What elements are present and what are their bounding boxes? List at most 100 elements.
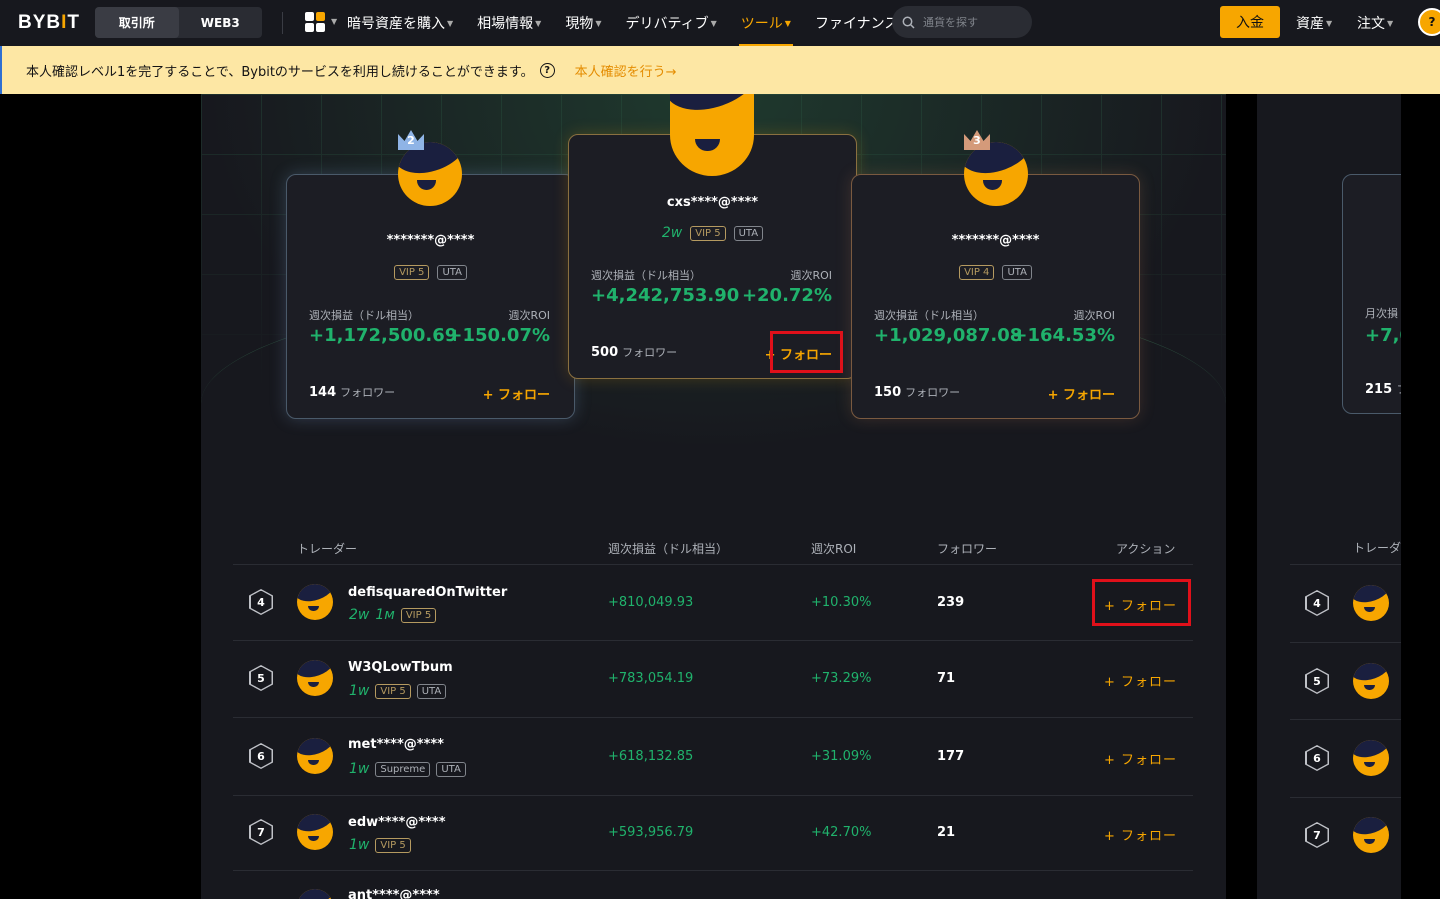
trader-tags: 1w VIP 5 [349, 837, 411, 853]
weeks-badge: 1w [349, 683, 370, 699]
follow-button[interactable]: + フォロー [483, 384, 550, 403]
weekly-pnl: +4,242,753.90 [591, 285, 740, 306]
main-menu: 暗号資産を購入▼ 相場情報▼ 現物▼ デリバティブ▼ ツール▼ ファイナンス▼ [335, 0, 919, 46]
avatar [398, 142, 462, 206]
header-trader: トレーダー [297, 542, 358, 556]
follow-button[interactable]: + フォロー [1048, 384, 1115, 403]
weeks-badge: 2w [661, 225, 683, 241]
trader-name[interactable]: W3QLowTbum [348, 660, 453, 675]
header-roi[interactable]: 週次ROI [811, 540, 856, 557]
follow-button[interactable]: + フォロー [1104, 825, 1177, 844]
weekly-roi: +42.70% [811, 825, 872, 840]
followers-count: 239 [937, 595, 965, 610]
follow-button[interactable]: + フォロー [1104, 749, 1177, 768]
kyc-link[interactable]: 本人確認を行う→ [575, 61, 677, 80]
menu-markets[interactable]: 相場情報 ▼ [465, 0, 553, 46]
secondary-pnl-label: 月次損 [1365, 307, 1398, 320]
avatar [964, 142, 1028, 206]
pnl-label: 週次損益（ドル相当） [874, 309, 984, 322]
weekly-pnl: +593,956.79 [608, 825, 694, 840]
top-nav: BYBIT 取引所 WEB3 ▼ 暗号資産を購入 ▼ 相場情報 ▼ 現物 ▼ デリバテ… [0, 0, 1440, 46]
seg-exchange[interactable]: 取引所 [95, 7, 179, 38]
highlight-box [1092, 579, 1191, 626]
pnl-label: 週次損益（ドル相当） [309, 309, 419, 322]
menu-assets[interactable]: 資産 ▼ [1296, 0, 1332, 46]
header-action: アクション [1116, 542, 1176, 556]
weekly-pnl: +1,172,500.69 [309, 325, 458, 346]
followers-count: 144 フォロワー [309, 385, 396, 400]
followers-count: 177 [937, 749, 965, 764]
seg-web3[interactable]: WEB3 [179, 7, 263, 38]
search-icon [902, 16, 915, 29]
table-row[interactable] [233, 564, 1193, 640]
secondary-row-divider [1290, 564, 1401, 565]
weekly-pnl: +1,029,087.08 [874, 325, 1023, 346]
header-followers[interactable]: フォロワー [937, 540, 997, 557]
uta-badge: UTA [436, 761, 466, 777]
avatar [1353, 663, 1389, 699]
trader-badges: VIP 5 UTA [287, 265, 574, 280]
trader-name: cxs****@**** [666, 195, 759, 210]
weekly-pnl: +810,049.93 [608, 595, 694, 610]
secondary-podium-card[interactable]: 月次損 +7,0 215 フ [1342, 174, 1401, 414]
supreme-badge: Supreme [375, 761, 431, 777]
secondary-trader-header: トレーダ [1353, 541, 1401, 555]
uta-badge: UTA [416, 683, 447, 699]
avatar [297, 814, 333, 850]
trader-tags: 2w 1м VIP 5 [349, 607, 437, 623]
trader-name[interactable]: defisquaredOnTwitter [348, 585, 507, 600]
vip-badge: VIP 4 [959, 265, 995, 280]
apps-grid-icon[interactable] [305, 12, 327, 34]
secondary-row-divider [1290, 642, 1401, 643]
weeks-badge: 1w [349, 837, 370, 853]
header-pnl[interactable]: 週次損益（ドル相当） [608, 540, 728, 557]
nav-divider [282, 12, 283, 34]
table-row[interactable] [233, 717, 1193, 795]
uta-badge: UTA [733, 225, 764, 241]
help-icon[interactable]: ? [1418, 8, 1440, 36]
secondary-row-divider [1290, 719, 1401, 720]
deposit-button[interactable]: 入金 [1220, 6, 1280, 38]
trader-name[interactable]: ant****@**** [348, 888, 440, 899]
exchange-web3-switch: 取引所 WEB3 [95, 7, 262, 38]
roi-label: 週次ROI [790, 269, 832, 282]
uta-badge: UTA [1002, 265, 1032, 280]
bybit-logo[interactable]: BYBIT [18, 12, 80, 34]
podium-card-rank-3[interactable]: *******@**** VIP 4 UTA 週次損益（ドル相当） 週次ROI … [851, 174, 1140, 419]
weekly-roi: +73.29% [811, 671, 872, 686]
vip-badge: VIP 5 [690, 225, 726, 241]
menu-buy-crypto[interactable]: 暗号資産を購入 ▼ [335, 0, 465, 46]
weekly-roi: +31.09% [811, 749, 872, 764]
weekly-roi: +164.53% [1012, 325, 1115, 346]
search-input[interactable] [923, 15, 1023, 29]
menu-derivatives[interactable]: デリバティブ ▼ [613, 0, 728, 46]
weeks-badge: 1w [349, 761, 370, 777]
follow-button[interactable]: + フォロー [1104, 671, 1177, 690]
table-row[interactable] [233, 640, 1193, 717]
weekly-pnl: +618,132.85 [608, 749, 694, 764]
followers-count: 21 [937, 825, 956, 840]
weeks-badge: 2w [349, 607, 370, 623]
menu-spot[interactable]: 現物 ▼ [553, 0, 613, 46]
table-row[interactable] [233, 795, 1193, 870]
trader-name: *******@**** [951, 233, 1040, 248]
weekly-roi: +20.72% [741, 285, 832, 306]
menu-orders[interactable]: 注文 ▼ [1357, 0, 1393, 46]
question-icon[interactable]: ? [539, 62, 555, 78]
avatar [297, 738, 333, 774]
podium-card-rank-2[interactable]: *******@**** VIP 5 UTA 週次損益（ドル相当） 週次ROI … [286, 174, 575, 419]
weekly-roi: +150.07% [447, 325, 550, 346]
vip-badge: VIP 5 [400, 607, 437, 623]
trader-tags: 1w Supreme UTA [349, 761, 466, 777]
trader-name: *******@**** [386, 233, 475, 248]
vip-badge: VIP 5 [375, 837, 411, 853]
search-box[interactable] [892, 6, 1032, 38]
vip-badge: VIP 5 [394, 265, 430, 280]
trader-name[interactable]: edw****@**** [348, 815, 446, 830]
kyc-banner: 本人確認レベル1を完了することで、Bybitのサービスを利用し続けることができま… [0, 46, 1440, 94]
roi-label: 週次ROI [508, 309, 550, 322]
menu-tools[interactable]: ツール ▼ [729, 0, 803, 46]
trader-badges: 2w VIP 5 UTA [569, 225, 856, 241]
secondary-row-divider [1290, 797, 1401, 798]
trader-name[interactable]: met****@**** [348, 737, 444, 752]
